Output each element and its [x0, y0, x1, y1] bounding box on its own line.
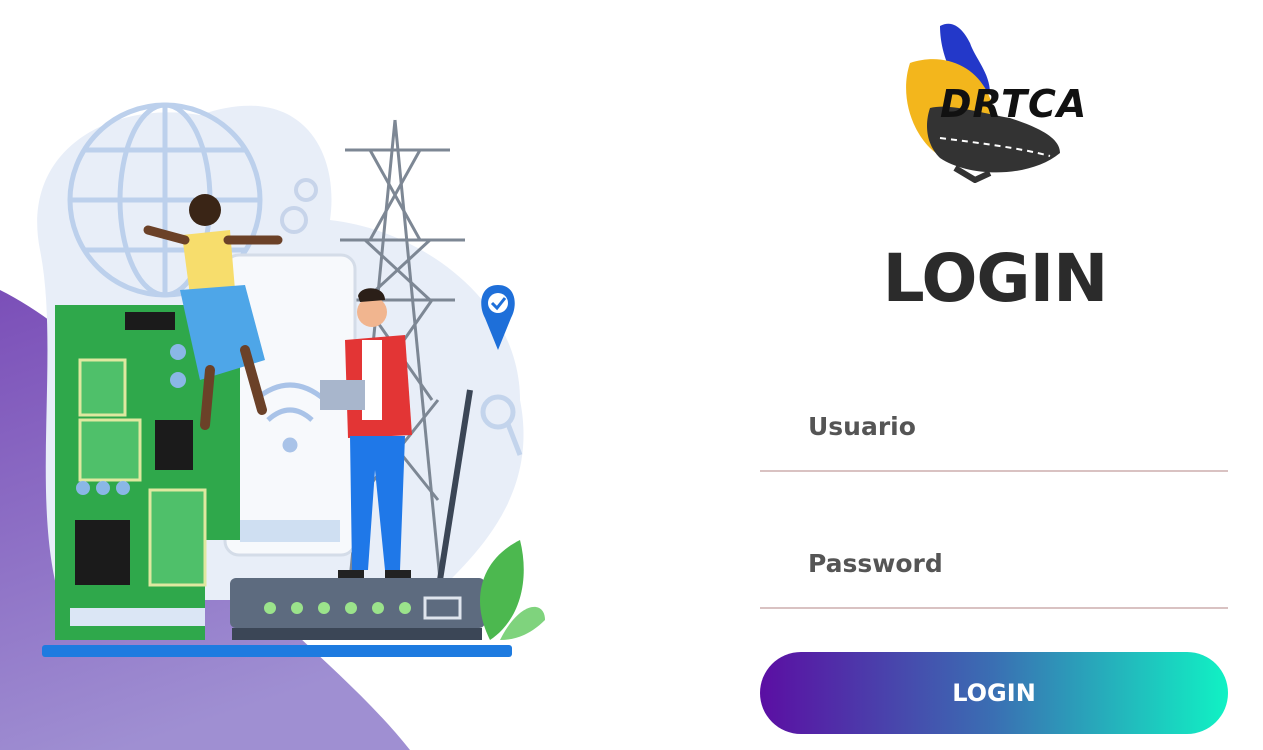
- tech-network-illustration: [37, 102, 545, 657]
- plant-icon: [480, 540, 545, 640]
- username-field: [760, 410, 1228, 472]
- password-field: [760, 547, 1228, 609]
- base-line: [42, 645, 512, 657]
- page-title: LOGIN: [882, 240, 1109, 317]
- phone-bar: [240, 520, 340, 542]
- password-input[interactable]: [806, 547, 1210, 579]
- username-input[interactable]: [806, 410, 1210, 442]
- logo-text: DRTCA: [940, 82, 1088, 126]
- login-panel: DRTCA LOGIN LOGIN: [760, 0, 1230, 750]
- login-button[interactable]: LOGIN: [760, 652, 1228, 734]
- login-page: DRTCA LOGIN LOGIN: [0, 0, 1263, 750]
